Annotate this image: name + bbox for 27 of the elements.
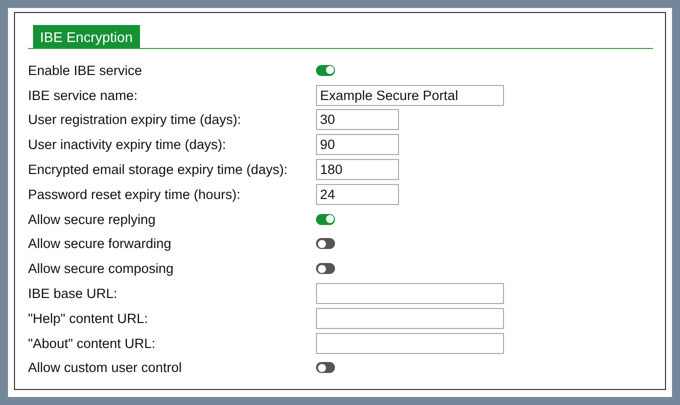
field-label: "About" content URL: bbox=[28, 336, 156, 351]
input-field[interactable]: 180 bbox=[316, 159, 399, 180]
input-field[interactable] bbox=[316, 283, 504, 304]
toggle-switch[interactable] bbox=[316, 362, 335, 374]
toggle-switch[interactable] bbox=[316, 64, 335, 76]
input-field[interactable] bbox=[316, 308, 504, 329]
input-field[interactable]: 90 bbox=[316, 134, 399, 156]
input-field[interactable]: 24 bbox=[316, 184, 399, 205]
field-label: Allow custom user control bbox=[28, 360, 183, 376]
toggle-switch[interactable] bbox=[316, 214, 335, 225]
field-label: User registration expiry time (days): bbox=[28, 112, 242, 128]
field-label: Allow secure replying bbox=[28, 212, 157, 227]
field-label: IBE base URL: bbox=[28, 286, 118, 302]
field-label: Encrypted email storage expiry time (days): bbox=[28, 162, 289, 178]
field-label: Password reset expiry time (hours): bbox=[28, 186, 242, 202]
field-label: IBE service name: bbox=[28, 88, 139, 103]
field-label: Allow secure forwarding bbox=[28, 236, 172, 252]
field-label: User inactivity expiry time (days): bbox=[28, 137, 228, 152]
field-label: Allow secure composing bbox=[28, 261, 175, 276]
section-tab[interactable]: IBE Encryption bbox=[33, 25, 140, 48]
input-field[interactable] bbox=[316, 332, 504, 354]
field-label: Enable IBE service bbox=[28, 62, 144, 78]
input-field[interactable]: Example Secure Portal bbox=[316, 84, 504, 106]
input-field[interactable]: 30 bbox=[316, 109, 399, 130]
toggle-switch[interactable] bbox=[316, 238, 335, 250]
toggle-switch[interactable] bbox=[316, 263, 335, 274]
field-label: "Help" content URL: bbox=[28, 310, 149, 326]
